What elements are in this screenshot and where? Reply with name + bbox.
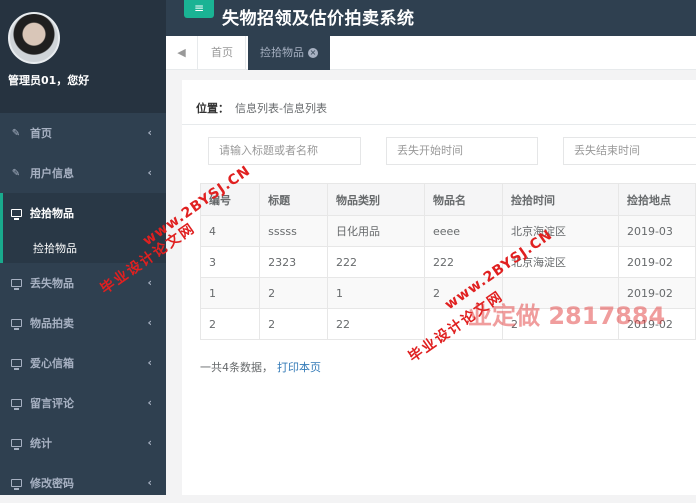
sidebar-item-label: 统计 (30, 437, 52, 450)
table-cell: 3 (199, 246, 261, 278)
table-cell: 2019-03 (617, 215, 696, 247)
table-cell: eeee (423, 215, 504, 247)
tab-bar: ◀ 首页 捡拾物品 × (166, 36, 696, 70)
sidebar-item-users[interactable]: ✎ 用户信息 ‹ (0, 153, 166, 193)
sidebar-item-change-password[interactable]: 修改密码 ‹ (0, 463, 166, 503)
monitor-icon (10, 318, 22, 330)
sidebar-item-label: 留言评论 (30, 397, 74, 410)
tab-scroll-left-button[interactable]: ◀ (166, 36, 198, 70)
close-icon[interactable]: × (308, 48, 318, 58)
chevron-left-icon: ‹ (147, 356, 152, 369)
sidebar-item-label: 丢失物品 (30, 277, 74, 290)
table-row[interactable]: 3 2323 222 222 北京海淀区 2019-02 (199, 246, 696, 278)
table-cell: 2 (502, 308, 619, 340)
table-cell: sssss (259, 215, 328, 247)
monitor-icon (10, 438, 22, 450)
tab-found-items[interactable]: 捡拾物品 × (248, 36, 330, 70)
record-count: 一共4条数据， (200, 361, 273, 374)
edit-icon: ✎ (11, 127, 21, 139)
found-items-table: 编号 标题 物品类别 物品名 捡拾时间 捡拾地点 4 sssss 日化用品 ee… (199, 183, 696, 340)
monitor-icon (10, 398, 22, 410)
column-header[interactable]: 捡拾时间 (502, 183, 619, 216)
table-cell (423, 308, 504, 340)
breadcrumb-path: 信息列表-信息列表 (235, 102, 327, 115)
monitor-icon (10, 478, 22, 490)
lost-end-date-input[interactable]: 丢失结束时间 (563, 137, 696, 165)
sidebar-item-label: 捡拾物品 (30, 207, 74, 220)
menu-toggle-button[interactable]: ≡ (184, 0, 214, 18)
table-cell: 2019-02 (617, 308, 696, 340)
column-header[interactable]: 物品名 (423, 183, 504, 216)
table-cell: 222 (423, 246, 504, 278)
sidebar: 管理员01，您好 ✎ 首页 ‹ ✎ 用户信息 ‹ 捡拾物品 捡拾物品 丢失物品 … (0, 0, 166, 495)
table-cell: 1 (199, 277, 261, 309)
profile-panel: 管理员01，您好 (0, 0, 166, 113)
sidebar-item-home[interactable]: ✎ 首页 ‹ (0, 113, 166, 153)
edit-icon: ✎ (11, 167, 21, 179)
table-row[interactable]: 1 2 1 2 2019-02 (199, 277, 696, 309)
sidebar-item-lost-items[interactable]: 丢失物品 ‹ (0, 263, 166, 303)
column-header[interactable]: 物品类别 (327, 183, 425, 216)
column-header[interactable]: 捡拾地点 (617, 183, 696, 216)
keyword-search-input[interactable]: 请输入标题或者名称 (208, 137, 361, 165)
double-chevron-left-icon: ◀ (177, 46, 186, 59)
table-cell: 2323 (259, 246, 328, 278)
table-cell: 2019-02 (617, 277, 696, 309)
table-cell: 北京海淀区 (502, 215, 619, 247)
table-cell: 2019-02 (617, 246, 696, 278)
sidebar-item-label: 物品拍卖 (30, 317, 74, 330)
tab-home[interactable]: 首页 (199, 36, 246, 70)
table-cell: 北京海淀区 (502, 246, 619, 278)
monitor-icon (10, 208, 22, 220)
table-cell (502, 277, 619, 309)
monitor-icon (10, 278, 22, 290)
table-cell: 4 (199, 215, 261, 247)
top-navbar: ≡ 失物招领及估价拍卖系统 (166, 0, 696, 36)
table-summary: 一共4条数据， 打印本页 (200, 359, 321, 375)
sidebar-item-statistics[interactable]: 统计 ‹ (0, 423, 166, 463)
sidebar-item-mailbox[interactable]: 爱心信箱 ‹ (0, 343, 166, 383)
app-title: 失物招领及估价拍卖系统 (222, 9, 415, 29)
table-cell: 2 (259, 308, 328, 340)
hamburger-icon: ≡ (193, 1, 205, 15)
chevron-left-icon: ‹ (147, 396, 152, 409)
divider (182, 124, 696, 125)
table-cell: 2 (259, 277, 328, 309)
chevron-left-icon: ‹ (147, 436, 152, 449)
table-cell: 22 (327, 308, 425, 340)
table-cell: 1 (327, 277, 425, 309)
sidebar-subitem-found-items[interactable]: 捡拾物品 (0, 233, 166, 263)
sidebar-item-auction[interactable]: 物品拍卖 ‹ (0, 303, 166, 343)
table-header-row: 编号 标题 物品类别 物品名 捡拾时间 捡拾地点 (199, 183, 696, 216)
table-cell: 日化用品 (327, 215, 425, 247)
breadcrumb: 位置： 信息列表-信息列表 (196, 100, 327, 116)
profile-greeting[interactable]: 管理员01，您好 (8, 72, 89, 88)
chevron-left-icon: ‹ (147, 276, 152, 289)
table-row[interactable]: 4 sssss 日化用品 eeee 北京海淀区 2019-03 (199, 215, 696, 247)
tab-label: 捡拾物品 (260, 46, 304, 59)
sidebar-item-found-items[interactable]: 捡拾物品 (0, 193, 166, 233)
sidebar-item-label: 用户信息 (30, 167, 74, 180)
table-cell: 2 (423, 277, 504, 309)
breadcrumb-label: 位置： (196, 102, 229, 115)
table-cell: 2 (199, 308, 261, 340)
sidebar-item-label: 首页 (30, 127, 52, 140)
sidebar-item-label: 爱心信箱 (30, 357, 74, 370)
print-page-link[interactable]: 打印本页 (277, 361, 321, 374)
avatar[interactable] (8, 12, 60, 64)
column-header[interactable]: 标题 (259, 183, 328, 216)
table-row[interactable]: 2 2 22 2 2019-02 (199, 308, 696, 340)
monitor-icon (10, 358, 22, 370)
chevron-left-icon: ‹ (147, 126, 152, 139)
sidebar-item-label: 修改密码 (30, 477, 74, 490)
column-header[interactable]: 编号 (199, 183, 261, 216)
main-content: 位置： 信息列表-信息列表 请输入标题或者名称 丢失开始时间 丢失结束时间 编号 … (182, 80, 696, 495)
chevron-left-icon: ‹ (147, 316, 152, 329)
chevron-left-icon: ‹ (147, 166, 152, 179)
lost-start-date-input[interactable]: 丢失开始时间 (386, 137, 538, 165)
chevron-left-icon: ‹ (147, 476, 152, 489)
sidebar-item-comments[interactable]: 留言评论 ‹ (0, 383, 166, 423)
table-cell: 222 (327, 246, 425, 278)
